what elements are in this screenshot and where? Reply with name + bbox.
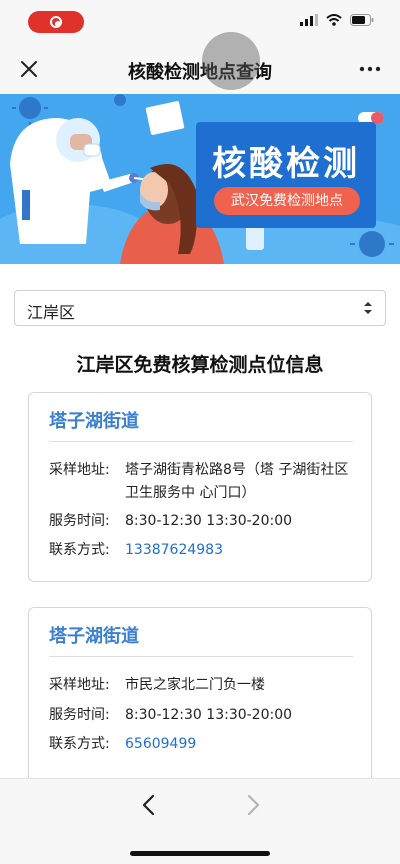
address-label: 采样地址: bbox=[49, 462, 110, 478]
address-value: 塔子湖街青松路8号（塔 子湖街社区卫生服务中 心门口） bbox=[125, 462, 349, 501]
site-card-title: 塔子湖街道 bbox=[49, 626, 139, 647]
banner-title: 核酸检测 bbox=[212, 144, 360, 184]
back-arrow-icon[interactable] bbox=[138, 793, 160, 817]
page-title: 核酸检测地点查询 bbox=[128, 62, 272, 83]
wifi-icon bbox=[326, 14, 342, 26]
divider bbox=[49, 656, 353, 657]
signal-icon bbox=[300, 14, 318, 26]
district-select-value: 江岸区 bbox=[27, 303, 76, 322]
hours-value: 8:30-12:30 13:30-20:00 bbox=[125, 707, 293, 723]
hours-label: 服务时间: bbox=[49, 513, 110, 529]
status-bar bbox=[0, 0, 400, 44]
section-title: 江岸区免费核算检测点位信息 bbox=[76, 354, 324, 376]
bottom-toolbar bbox=[0, 778, 400, 864]
phone-label: 联系方式: bbox=[49, 736, 110, 752]
site-card: 塔子湖街道 采样地址: 市民之家北二门负一楼 服务时间: 8:30-12:30 … bbox=[28, 607, 372, 779]
banner-subtitle-badge: 武汉免费检测地点 bbox=[214, 187, 360, 215]
phone-row: 联系方式: 13387624983 bbox=[49, 539, 359, 562]
phone-link[interactable]: 65609499 bbox=[125, 733, 355, 756]
battery-icon bbox=[350, 14, 374, 26]
address-row: 采样地址: 市民之家北二门负一楼 bbox=[49, 674, 359, 697]
hours-row: 服务时间: 8:30-12:30 13:30-20:00 bbox=[49, 510, 359, 533]
nav-bar: 核酸检测地点查询 bbox=[0, 44, 400, 94]
phone-row: 联系方式: 65609499 bbox=[49, 733, 359, 756]
divider bbox=[49, 441, 353, 442]
phone-link[interactable]: 13387624983 bbox=[125, 539, 355, 562]
forward-arrow-icon[interactable] bbox=[242, 793, 264, 817]
site-card-title: 塔子湖街道 bbox=[49, 411, 139, 432]
district-select[interactable]: 江岸区 bbox=[14, 290, 386, 326]
chevron-updown-icon bbox=[364, 302, 372, 314]
more-icon[interactable] bbox=[358, 58, 382, 80]
banner: 核酸检测 武汉免费检测地点 bbox=[0, 94, 400, 264]
phone-label: 联系方式: bbox=[49, 542, 110, 558]
screen-record-icon bbox=[50, 16, 62, 28]
address-label: 采样地址: bbox=[49, 677, 110, 693]
hours-value: 8:30-12:30 13:30-20:00 bbox=[125, 513, 293, 529]
touch-indicator bbox=[202, 32, 260, 90]
home-indicator[interactable] bbox=[130, 851, 270, 856]
site-card: 塔子湖街道 采样地址: 塔子湖街青松路8号（塔 子湖街社区卫生服务中 心门口） … bbox=[28, 392, 372, 582]
screen-record-indicator[interactable] bbox=[28, 11, 84, 33]
hours-row: 服务时间: 8:30-12:30 13:30-20:00 bbox=[49, 704, 359, 727]
address-row: 采样地址: 塔子湖街青松路8号（塔 子湖街社区卫生服务中 心门口） bbox=[49, 459, 359, 505]
hours-label: 服务时间: bbox=[49, 707, 110, 723]
address-value: 市民之家北二门负一楼 bbox=[125, 677, 265, 693]
system-icons bbox=[300, 14, 374, 26]
